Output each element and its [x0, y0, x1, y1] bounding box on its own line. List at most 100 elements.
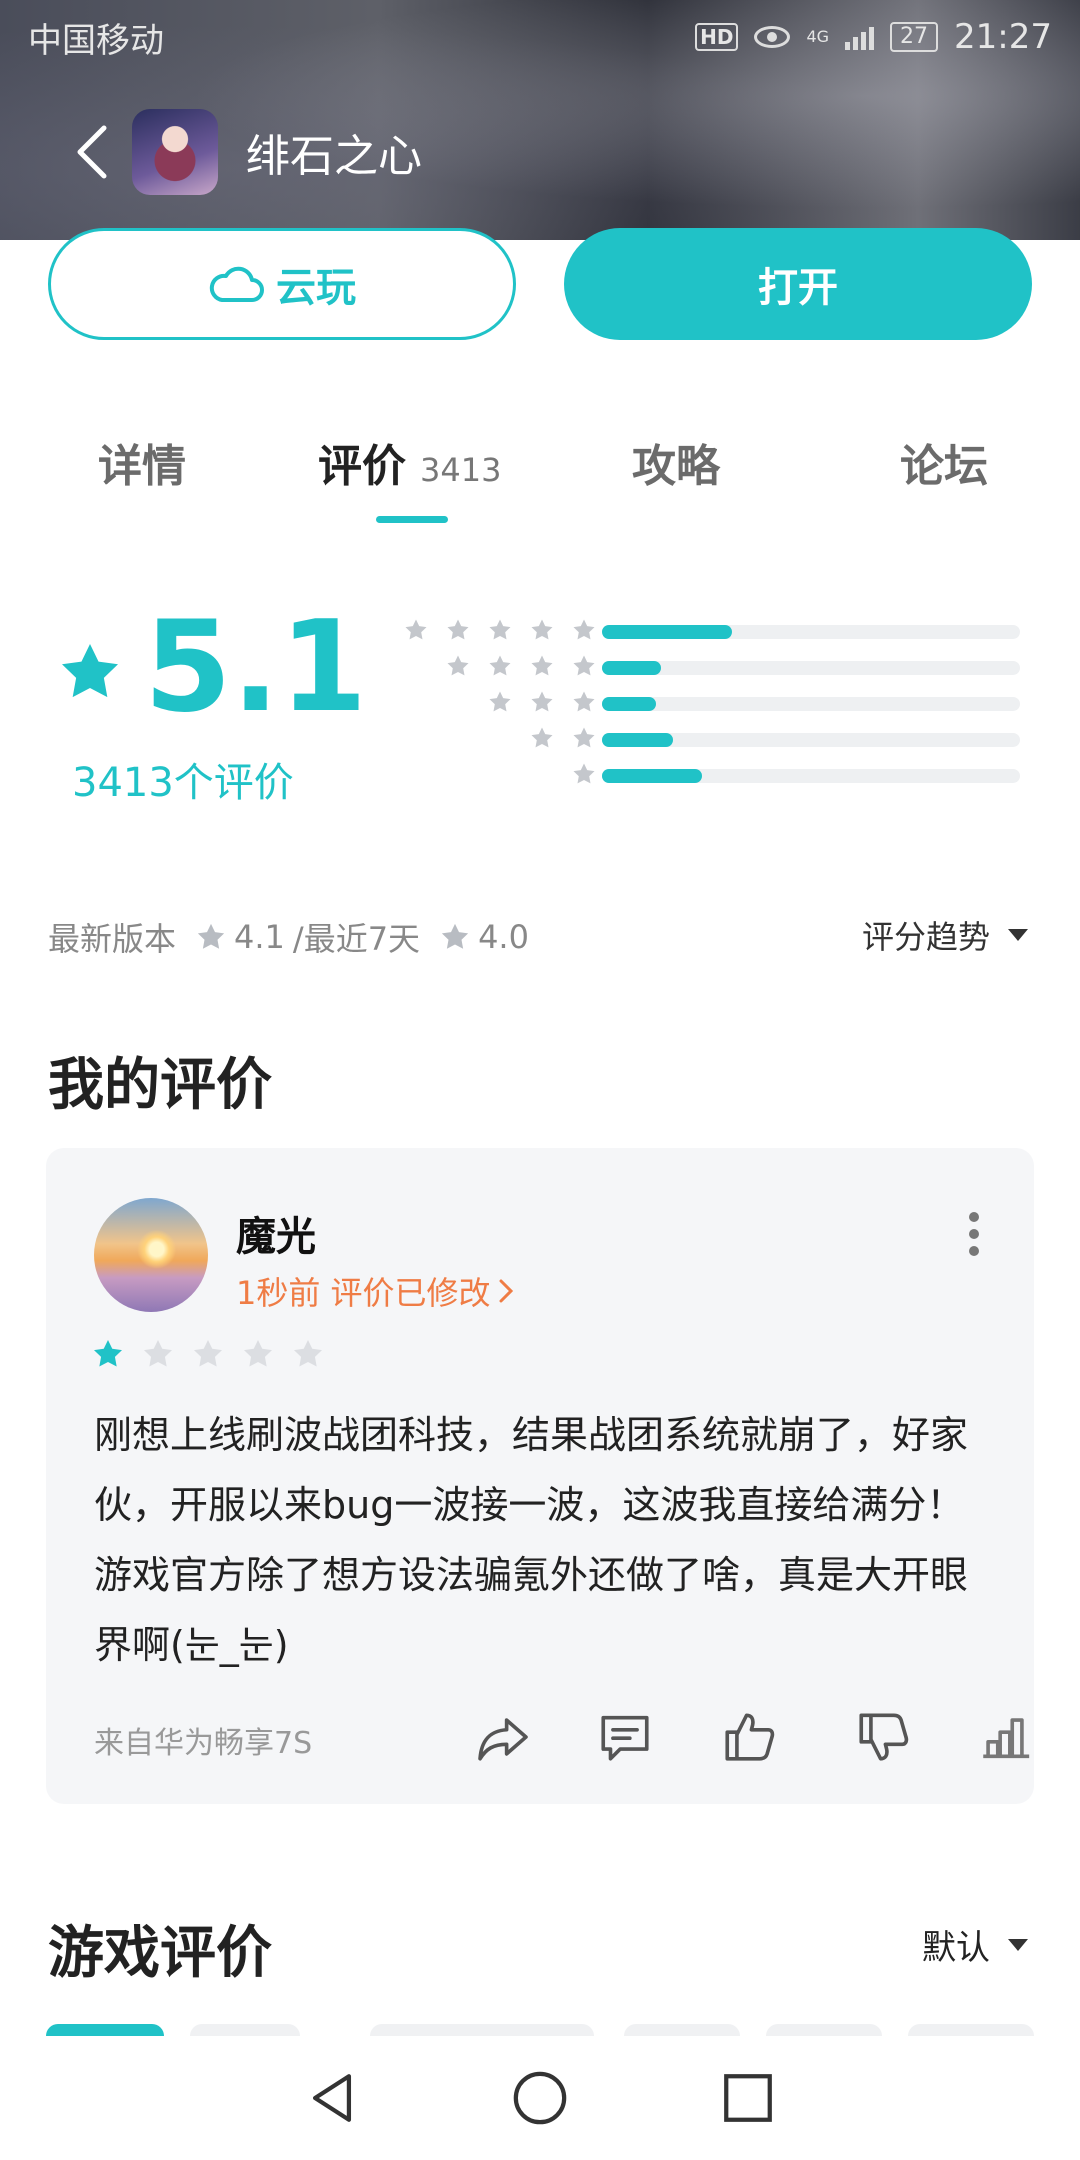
distribution-bar-fill [602, 625, 732, 639]
nav-recent-icon[interactable] [719, 2069, 777, 2127]
distribution-bar-track [602, 661, 1020, 675]
recent-7-days-label: /最近7天 [292, 920, 421, 958]
star-icon [573, 763, 595, 784]
tab-forum[interactable]: 论坛 [900, 430, 988, 494]
star-icon [197, 923, 225, 949]
star-icon [447, 655, 469, 676]
signal-icon [845, 24, 875, 50]
filter-chip[interactable] [190, 2024, 300, 2036]
clock: 21:27 [954, 17, 1052, 57]
my-review-title: 我的评价 [48, 1053, 272, 1118]
more-vertical-icon[interactable] [968, 1212, 980, 1256]
thumbs-up-icon[interactable] [720, 1708, 778, 1766]
share-icon[interactable] [474, 1708, 532, 1766]
star-icon [531, 619, 553, 640]
back-arrow-icon[interactable] [62, 122, 122, 182]
star-icon [573, 727, 595, 748]
review-footer: 来自华为畅享7S [94, 1708, 1030, 1768]
review-text: 刚想上线刷波战团科技，结果战团系统就崩了，好家伙，开服以来bug一波接一波，这波… [94, 1413, 969, 1667]
distribution-stars [446, 654, 596, 678]
header: 中国移动 HD 4G 27 21:27 绯石之心 [0, 0, 1080, 240]
latest-version-score: 4.1 [234, 918, 285, 956]
chevron-right-icon [499, 1279, 513, 1303]
filter-chip[interactable] [624, 2024, 740, 2036]
star-icon [244, 1340, 272, 1367]
sort-label: 默认 [922, 1928, 990, 1968]
distribution-stars [404, 618, 596, 642]
star-icon [62, 644, 118, 698]
distribution-bar-track [602, 769, 1020, 783]
distribution-stars [488, 690, 596, 714]
stats-icon[interactable] [976, 1708, 1034, 1766]
distribution-row-2-stars [380, 724, 1020, 760]
review-count: 3413个评价 [72, 760, 294, 806]
version-rating-line: 最新版本 4.1 /最近7天 4.0 [48, 914, 529, 960]
distribution-bar-track [602, 697, 1020, 711]
tab-bar: 详情 评价 3413 攻略 论坛 [0, 430, 1080, 530]
tab-reviews-count: 3413 [420, 451, 502, 489]
star-icon [573, 655, 595, 676]
open-label: 打开 [758, 265, 838, 311]
star-icon [94, 1340, 122, 1367]
tab-reviews[interactable]: 评价 3413 [318, 430, 501, 494]
battery-icon: 27 [890, 22, 939, 52]
distribution-row-5-stars [380, 616, 1020, 652]
filter-chips [46, 2024, 1034, 2036]
sort-dropdown[interactable]: 默认 [922, 1920, 1028, 1969]
filter-chip[interactable] [46, 2024, 164, 2036]
star-icon [405, 619, 427, 640]
star-icon [573, 619, 595, 640]
carrier-label: 中国移动 [28, 20, 164, 61]
system-nav-bar [0, 2036, 1080, 2160]
cloud-icon [209, 266, 264, 302]
star-icon [441, 923, 469, 949]
cloud-play-button[interactable]: 云玩 [48, 228, 516, 340]
star-icon [531, 655, 553, 676]
nav-home-icon[interactable] [511, 2069, 569, 2127]
cloud-play-label: 云玩 [276, 265, 356, 311]
open-button[interactable]: 打开 [564, 228, 1032, 340]
recent-7-days-score: 4.0 [478, 918, 529, 956]
game-reviews-title: 游戏评价 [48, 1921, 272, 1986]
tab-guides[interactable]: 攻略 [632, 430, 720, 494]
star-icon [489, 691, 511, 712]
star-icon [573, 691, 595, 712]
average-score: 5.1 [144, 593, 368, 740]
distribution-bar-fill [602, 733, 674, 747]
eye-comfort-icon [754, 26, 791, 48]
filter-chip[interactable] [766, 2024, 882, 2036]
caret-down-icon [1008, 929, 1028, 941]
distribution-row-1-stars [380, 760, 1020, 796]
caret-down-icon [1008, 1938, 1028, 1951]
distribution-bar-fill [602, 697, 657, 711]
device-label: 来自华为畅享7S [94, 1726, 313, 1761]
nav-back-icon[interactable] [303, 2069, 361, 2127]
star-icon [194, 1340, 222, 1367]
tab-active-indicator [376, 516, 448, 523]
star-icon [531, 691, 553, 712]
my-review-card: 魔光 1秒前 评价已修改 刚想上线刷波战团科技，结果战团系统就崩了，好家伙，开服… [46, 1148, 1034, 1804]
star-icon [294, 1340, 322, 1367]
rating-distribution [380, 616, 1020, 796]
distribution-stars [530, 726, 596, 750]
star-icon [144, 1340, 172, 1367]
review-meta[interactable]: 1秒前 评价已修改 [236, 1268, 515, 1314]
distribution-row-3-stars [380, 688, 1020, 724]
title-bar: 绯石之心 [0, 104, 1080, 200]
username[interactable]: 魔光 [236, 1204, 316, 1262]
comment-icon[interactable] [596, 1708, 654, 1766]
distribution-bar-fill [602, 769, 703, 783]
thumbs-down-icon[interactable] [854, 1708, 912, 1766]
tab-details[interactable]: 详情 [98, 430, 186, 494]
star-icon [489, 619, 511, 640]
app-title: 绯石之心 [246, 131, 422, 182]
distribution-row-4-stars [380, 652, 1020, 688]
rating-trend-dropdown[interactable]: 评分趋势 [862, 912, 1028, 958]
status-bar: 中国移动 HD 4G 27 21:27 [0, 0, 1080, 74]
hd-icon: HD [695, 23, 739, 51]
filter-chip[interactable] [908, 2024, 1034, 2036]
avatar[interactable] [94, 1198, 208, 1312]
network-type-label: 4G [806, 27, 830, 46]
filter-chip[interactable] [370, 2024, 594, 2036]
my-star-rating [92, 1338, 324, 1370]
